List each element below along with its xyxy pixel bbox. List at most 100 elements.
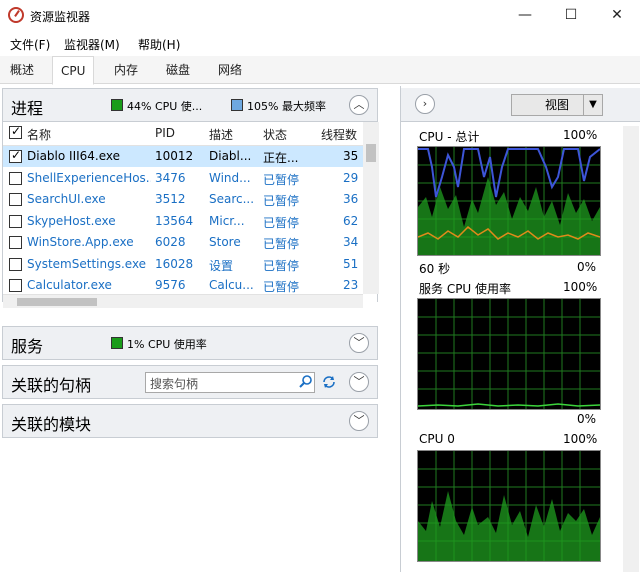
cpu-total-graph-svg [417,147,601,255]
process-name: Diablo III64.exe [27,149,121,163]
view-dropdown-icon[interactable]: ▼ [583,94,603,116]
cpu-total-time: 60 秒 [419,262,451,276]
process-pid: 16028 [155,256,194,271]
process-status: 已暂停 [263,280,300,294]
cpu0-graph-title: CPU 0 [419,432,455,446]
cpu-total-area [418,177,600,255]
cpu0-graph [417,450,601,562]
max-frequency-legend-swatch [231,99,243,111]
tab-network[interactable]: 网络 [210,56,250,84]
refresh-icon[interactable] [321,374,337,390]
process-pid: 9576 [155,278,186,292]
select-all-checkbox[interactable] [9,124,22,139]
search-handles-placeholder: 搜索句柄 [150,377,199,391]
process-pid: 13564 [155,213,194,228]
column-pid[interactable]: PID [155,126,175,140]
table-row[interactable]: Diablo III64.exe 10012 Diabl... 正在... 35 [3,146,363,167]
cpu0-area [418,491,600,561]
process-threads: 62 [343,213,359,228]
graph-pane-scrollbar[interactable] [623,126,639,572]
process-description: Wind... [209,170,251,185]
tab-overview[interactable]: 概述 [2,56,42,84]
process-status: 已暂停 [263,258,300,273]
table-row[interactable]: ShellExperienceHos... 3476 Wind... 已暂停 29 [3,168,363,189]
expand-handles-icon[interactable]: ﹀ [349,372,369,392]
row-checkbox[interactable] [9,193,22,206]
table-row[interactable]: SystemSettings.exe 16028 设置 已暂停 51 [3,254,363,275]
search-icon[interactable] [299,374,313,388]
cpu-total-graph [417,146,601,256]
collapse-pane-icon[interactable]: › [415,94,435,114]
services-cpu-legend-swatch [111,337,123,349]
process-name: WinStore.App.exe [27,235,134,249]
services-header[interactable]: 服务 1% CPU 使用率 ﹀ [2,326,378,360]
title-bar: 资源监视器 — ☐ ✕ [0,0,640,32]
menu-file[interactable]: 文件(F) [10,36,50,53]
process-threads: 35 [343,149,359,163]
row-checkbox[interactable] [9,214,22,228]
processes-title: 进程 [11,99,44,118]
process-pid: 3476 [155,170,186,185]
services-title: 服务 [11,337,44,356]
process-status: 已暂停 [263,194,300,208]
column-name[interactable]: 名称 [27,126,51,143]
column-threads[interactable]: 线程数 [321,126,357,143]
table-row[interactable]: WinStore.App.exe 6028 Store 已暂停 34 [3,232,363,253]
row-checkbox[interactable] [9,236,22,249]
process-description: Diabl... [209,149,252,163]
table-row[interactable]: Calculator.exe 9576 Calcu... 已暂停 23 [3,275,363,296]
expand-modules-icon[interactable]: ﹀ [349,411,369,431]
process-pid: 6028 [155,235,186,249]
modules-header[interactable]: 关联的模块 ﹀ [2,404,378,438]
menu-help[interactable]: 帮助(H) [138,36,180,53]
process-description: Searc... [209,192,255,206]
process-description: Store [209,235,241,249]
max-frequency-line [418,148,601,198]
process-description: Calcu... [209,278,254,292]
minimize-button[interactable]: — [502,0,548,32]
vertical-scroll-thumb[interactable] [366,144,376,162]
row-checkbox[interactable] [9,279,22,292]
cpu-usage-summary: 44% CPU 使... [127,100,203,113]
services-cpu-usage: 1% CPU 使用率 [127,338,207,351]
tab-bar: 概述 CPU 内存 磁盘 网络 [0,56,640,85]
cpu-total-max: 100% [563,128,598,142]
cpu-total-min: 0% [577,260,597,274]
column-status[interactable]: 状态 [263,126,287,143]
tab-memory[interactable]: 内存 [106,56,146,84]
services-cpu-graph-max: 100% [563,280,598,294]
process-status: 已暂停 [263,215,300,230]
services-cpu-graph-min: 0% [577,412,597,426]
column-description[interactable]: 描述 [209,126,233,143]
cpu0-graph-svg [418,451,600,561]
menu-monitor[interactable]: 监视器(M) [64,36,120,53]
process-table: 名称 PID 描述 状态 线程数 Diablo III64.exe10012Di… [2,122,379,308]
search-handles-input[interactable]: 搜索句柄 [145,372,315,393]
row-checkbox[interactable] [9,148,22,163]
horizontal-scroll-thumb[interactable] [17,298,97,306]
process-threads: 23 [343,278,359,292]
expand-services-icon[interactable]: ﹀ [349,333,369,353]
close-button[interactable]: ✕ [594,0,640,32]
resource-monitor-icon [8,7,24,23]
graph-pane-header: › 视图 ▼ [401,88,640,122]
process-pid: 10012 [155,149,194,163]
maximize-button[interactable]: ☐ [548,0,594,32]
handles-title: 关联的句柄 [11,376,92,395]
tab-cpu[interactable]: CPU [52,56,95,85]
cpu-usage-legend-swatch [111,99,123,111]
process-pid: 3512 [155,192,186,206]
process-table-vertical-scrollbar[interactable] [363,122,379,294]
row-checkbox[interactable] [9,171,22,185]
process-table-horizontal-scrollbar[interactable] [3,294,363,308]
max-frequency-summary: 105% 最大频率 [247,100,326,113]
collapse-processes-icon[interactable]: ︿ [349,95,369,115]
tab-disk[interactable]: 磁盘 [158,56,198,84]
processes-header[interactable]: 进程 44% CPU 使... 105% 最大频率 ︿ [2,88,378,122]
table-row[interactable]: SearchUI.exe 3512 Searc... 已暂停 36 [3,189,363,210]
process-status: 正在... [263,151,299,165]
right-pane: › 视图 ▼ CPU - 总计 100% 60 秒 0% 服务 CPU 使用率 … [400,86,640,572]
table-row[interactable]: SkypeHost.exe 13564 Micr... 已暂停 62 [3,211,363,232]
row-checkbox[interactable] [9,257,22,271]
handles-header[interactable]: 关联的句柄 搜索句柄 ﹀ [2,365,378,399]
